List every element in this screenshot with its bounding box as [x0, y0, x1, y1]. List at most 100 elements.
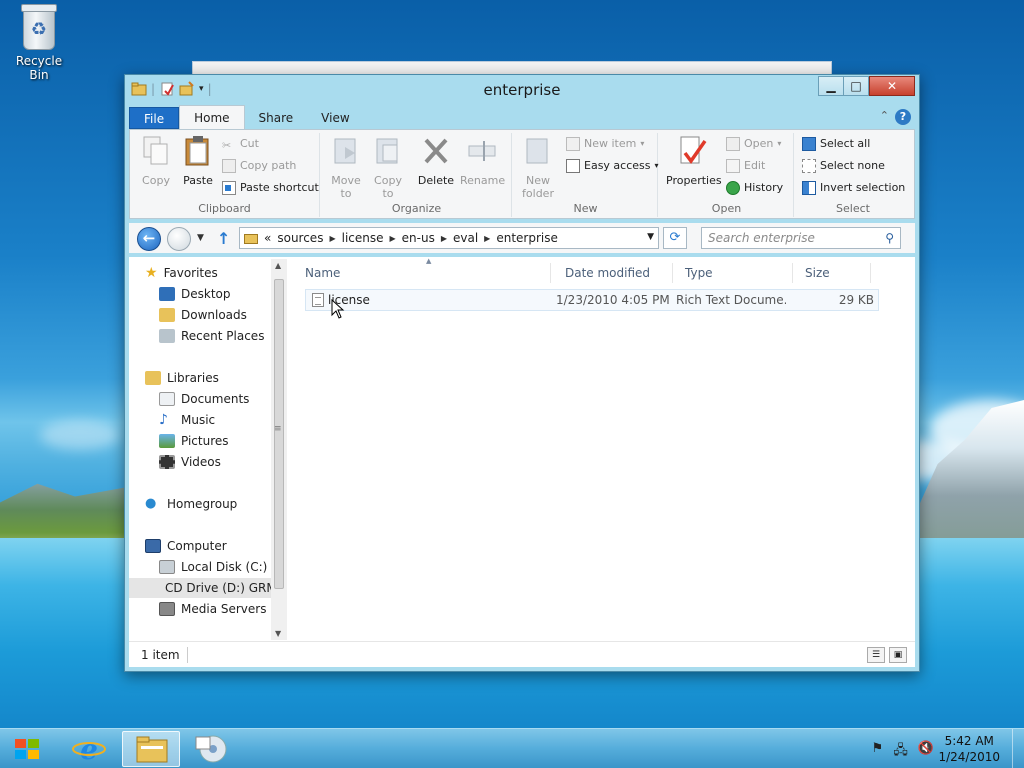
- new-item-button[interactable]: New item ▾: [566, 135, 644, 153]
- rename-icon: [468, 141, 496, 161]
- paste-shortcut-label: Paste shortcut: [240, 181, 319, 194]
- recycle-bin-label: Recycle Bin: [15, 54, 63, 82]
- new-item-dropdown-icon: ▾: [640, 139, 645, 148]
- nav-libraries[interactable]: Libraries: [145, 368, 219, 388]
- start-button[interactable]: [0, 729, 56, 768]
- copy-to-icon: [376, 138, 398, 164]
- search-input[interactable]: Search enterprise ⚲: [701, 227, 901, 249]
- breadcrumb-item[interactable]: license: [342, 231, 384, 245]
- new-folder-button[interactable]: New folder: [518, 135, 558, 200]
- nav-recent-places[interactable]: Recent Places: [159, 326, 264, 346]
- breadcrumb-arrow-icon[interactable]: ▶: [484, 234, 490, 243]
- breadcrumb-arrow-icon[interactable]: ▶: [390, 234, 396, 243]
- move-to-button[interactable]: Move to: [326, 135, 366, 200]
- nav-documents[interactable]: Documents: [159, 389, 249, 409]
- file-list: ▲ Name Date modified Type Size license 1…: [291, 257, 915, 642]
- address-bar[interactable]: « sources ▶ license ▶ en-us ▶ eval ▶ ent…: [239, 227, 659, 249]
- minimize-button[interactable]: ▁: [818, 76, 844, 96]
- nav-computer[interactable]: Computer: [145, 536, 227, 556]
- column-header-name[interactable]: Name: [295, 263, 551, 283]
- recycle-bin-shortcut[interactable]: Recycle Bin: [6, 4, 72, 82]
- history-label: History: [744, 181, 784, 194]
- select-none-button[interactable]: Select none: [802, 157, 885, 175]
- flag-icon[interactable]: ⚑: [872, 741, 884, 763]
- nav-music[interactable]: ♪ Music: [159, 410, 215, 430]
- breadcrumb-item[interactable]: enterprise: [496, 231, 558, 245]
- history-button[interactable]: History: [726, 179, 783, 197]
- tab-view[interactable]: View: [307, 107, 363, 129]
- nav-downloads[interactable]: Downloads: [159, 305, 247, 325]
- select-all-button[interactable]: Select all: [802, 135, 870, 153]
- maximize-button[interactable]: □: [843, 76, 869, 96]
- copy-path-button[interactable]: Copy path: [222, 157, 296, 175]
- breadcrumb-item[interactable]: eval: [453, 231, 478, 245]
- help-button[interactable]: ?: [895, 109, 911, 125]
- breadcrumb-item[interactable]: sources: [277, 231, 323, 245]
- breadcrumb-arrow-icon[interactable]: ▶: [441, 234, 447, 243]
- scroll-up-icon[interactable]: ▲: [275, 261, 281, 270]
- nav-media-servers[interactable]: Media Servers: [159, 599, 266, 619]
- forward-button[interactable]: [167, 227, 191, 251]
- move-to-icon: [334, 138, 356, 164]
- back-button[interactable]: [137, 227, 161, 251]
- properties-button[interactable]: Properties: [666, 135, 722, 187]
- item-count: 1 item: [141, 648, 180, 662]
- file-date-modified: 1/23/2010 4:05 PM: [556, 293, 670, 307]
- clock[interactable]: 5:42 AM 1/24/2010: [938, 733, 1000, 765]
- recent-locations-dropdown-icon[interactable]: ▼: [197, 233, 204, 243]
- nav-pictures[interactable]: Pictures: [159, 431, 229, 451]
- taskbar-internet-explorer[interactable]: e: [60, 731, 118, 767]
- close-button[interactable]: ✕: [869, 76, 915, 96]
- breadcrumb-arrow-icon[interactable]: ▶: [329, 234, 335, 243]
- paste-shortcut-button[interactable]: Paste shortcut: [222, 179, 319, 197]
- network-icon[interactable]: 🖧: [893, 741, 908, 763]
- nav-homegroup[interactable]: ● Homegroup: [145, 494, 237, 514]
- breadcrumb-overflow[interactable]: «: [264, 231, 271, 245]
- navigation-scrollbar[interactable]: ▲ ≡ ▼: [271, 259, 287, 640]
- scrollbar-grip-icon: ≡: [274, 424, 282, 434]
- invert-selection-button[interactable]: Invert selection: [802, 179, 905, 197]
- column-header-size[interactable]: Size: [795, 263, 871, 283]
- tab-home[interactable]: Home: [179, 105, 245, 129]
- edit-button[interactable]: Edit: [726, 157, 765, 175]
- show-desktop-button[interactable]: [1012, 729, 1024, 768]
- copy-button[interactable]: Copy: [136, 135, 176, 187]
- taskbar-file-explorer[interactable]: [122, 731, 180, 767]
- minimize-ribbon-icon[interactable]: ⌃: [880, 109, 889, 122]
- tab-share[interactable]: Share: [245, 107, 308, 129]
- paste-button[interactable]: Paste: [178, 135, 218, 187]
- easy-access-button[interactable]: Easy access ▾: [566, 157, 659, 175]
- nav-videos[interactable]: Videos: [159, 452, 221, 472]
- scroll-down-icon[interactable]: ▼: [275, 629, 281, 638]
- up-arrow-icon[interactable]: ↑: [217, 229, 230, 248]
- large-icons-view-button[interactable]: ▣: [889, 647, 907, 663]
- cut-button[interactable]: ✂ Cut: [222, 135, 259, 153]
- nav-local-disk[interactable]: Local Disk (C:): [159, 557, 267, 577]
- clock-date: 1/24/2010: [938, 750, 1000, 764]
- select-group: Select all Select none Invert selection …: [796, 133, 910, 217]
- breadcrumb-item[interactable]: en-us: [402, 231, 435, 245]
- file-size: 29 KB: [838, 293, 874, 307]
- open-button[interactable]: Open ▾: [726, 135, 781, 153]
- details-view-button[interactable]: ☰: [867, 647, 885, 663]
- organize-group: Move to Copy to Delete Rename Organize: [322, 133, 512, 217]
- delete-button[interactable]: Delete: [416, 135, 456, 187]
- scrollbar-thumb[interactable]: [274, 279, 284, 589]
- nav-cd-drive[interactable]: CD Drive (D:) GRM: [129, 578, 277, 598]
- refresh-button[interactable]: ⟳: [663, 227, 687, 249]
- tab-file[interactable]: File: [129, 107, 180, 129]
- nav-favorites[interactable]: ★ Favorites: [145, 263, 218, 283]
- file-row[interactable]: license 1/23/2010 4:05 PM Rich Text Docu…: [305, 289, 879, 311]
- address-dropdown-icon[interactable]: ▼: [647, 232, 654, 242]
- column-header-type[interactable]: Type: [675, 263, 793, 283]
- rename-button[interactable]: Rename: [460, 135, 505, 187]
- search-icon[interactable]: ⚲: [885, 228, 894, 248]
- taskbar-media-player[interactable]: [184, 731, 242, 767]
- title-bar[interactable]: | ▾ | enterprise ▁ □ ✕: [125, 75, 919, 105]
- nav-desktop[interactable]: Desktop: [159, 284, 231, 304]
- volume-muted-icon[interactable]: 🔇: [918, 741, 934, 763]
- explorer-body: ★ Favorites Desktop Downloads Recent Plac…: [129, 257, 915, 642]
- column-header-date-modified[interactable]: Date modified: [555, 263, 673, 283]
- nav-label: CD Drive (D:) GRM: [165, 581, 277, 595]
- copy-to-button[interactable]: Copy to: [368, 135, 408, 200]
